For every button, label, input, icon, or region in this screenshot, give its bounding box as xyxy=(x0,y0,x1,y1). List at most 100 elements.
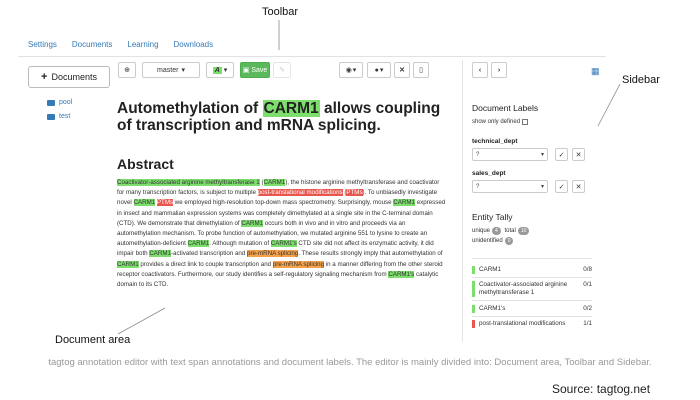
sales-dept-select[interactable]: ? ▾ xyxy=(472,180,548,193)
close-icon: ✕ xyxy=(399,67,405,74)
tally-row[interactable]: CARM1 0/8 xyxy=(472,266,592,274)
close-icon: ✕ xyxy=(575,183,582,191)
next-document-button[interactable]: › xyxy=(491,62,507,78)
sales-dept-clear-button[interactable]: ✕ xyxy=(572,180,585,193)
chevron-down-icon: ▾ xyxy=(223,67,228,74)
delete-button[interactable]: ▯ xyxy=(413,62,429,78)
document-area-callout: Document area xyxy=(55,334,131,346)
tally-row[interactable]: Coactivator-associated arginine methyltr… xyxy=(472,281,592,297)
unidentified-label: unidentified xyxy=(472,238,503,244)
folder-icon xyxy=(47,99,55,106)
abstract-text: ( xyxy=(259,179,264,186)
tally-entity-name: CARM1's xyxy=(479,305,506,312)
top-nav: Settings Documents Learning Downloads xyxy=(28,40,213,54)
list-view-icon[interactable]: ▦ xyxy=(591,66,600,77)
tally-entity-value: 0/8 xyxy=(583,266,592,273)
globe-button[interactable]: ⊕ xyxy=(118,62,136,78)
toolbar-callout: Toolbar xyxy=(262,6,299,18)
check-icon: ✓ xyxy=(558,183,565,191)
sales-dept-confirm-button[interactable]: ✓ xyxy=(555,180,568,193)
entity-annotation[interactable]: CARM1 xyxy=(117,260,139,268)
user-icon: ● xyxy=(374,66,379,74)
entity-annotation[interactable]: PTMs xyxy=(346,189,363,197)
entity-annotation[interactable]: post-translational modifications xyxy=(257,189,343,197)
entity-annotation[interactable]: Coactivator-associated arginine methyltr… xyxy=(117,179,260,186)
nav-learning[interactable]: Learning xyxy=(127,40,158,54)
entity-annotation[interactable]: CARM1 xyxy=(241,219,264,227)
chevron-down-icon: ▾ xyxy=(379,67,384,74)
tally-row[interactable]: CARM1's 0/2 xyxy=(472,305,592,313)
technical-dept-value: ? xyxy=(476,151,480,158)
save-label: Save xyxy=(251,66,268,74)
close-icon: ✕ xyxy=(575,151,582,159)
tally-entity-value: 1/1 xyxy=(583,320,592,327)
entity-annotation[interactable]: CARM1 xyxy=(133,199,156,207)
abstract-text: . Although mutation of xyxy=(209,240,271,248)
tally-entity-name: CARM1 xyxy=(479,266,502,273)
view-options-button[interactable]: ◉ ▾ xyxy=(339,62,363,78)
tally-entity-value: 0/2 xyxy=(583,305,592,312)
highlighter-icon: A xyxy=(212,66,222,74)
tally-row[interactable]: post-translational modifications 1/1 xyxy=(472,320,592,328)
show-only-defined: show only defined xyxy=(472,119,529,125)
tally-counts-row1: unique 4 total 10 xyxy=(472,227,531,235)
entity-annotation[interactable]: CARM1's xyxy=(270,240,297,248)
tally-separator xyxy=(472,300,592,301)
sidebar-callout: Sidebar xyxy=(622,74,660,86)
entity-annotation[interactable]: PTMs xyxy=(156,199,174,207)
folder-test[interactable]: test xyxy=(47,113,70,120)
entity-annotation[interactable]: CARM1 xyxy=(187,240,210,248)
label-technical-dept: technical_dept xyxy=(472,138,518,145)
abstract-heading: Abstract xyxy=(117,156,174,172)
entity-annotation[interactable]: pre-mRNA splicing xyxy=(272,260,325,268)
folder-test-label: test xyxy=(59,113,71,120)
project-select[interactable]: master ▾ xyxy=(142,62,200,78)
technical-dept-clear-button[interactable]: ✕ xyxy=(572,148,585,161)
chevron-down-icon: ▾ xyxy=(540,152,544,158)
nav-documents[interactable]: Documents xyxy=(72,40,112,54)
sidebar-divider xyxy=(462,60,463,342)
show-only-defined-label: show only defined xyxy=(472,119,521,125)
save-button[interactable]: ▣ Save xyxy=(240,62,270,78)
chevron-left-icon: ‹ xyxy=(478,66,482,74)
chevron-down-icon: ▾ xyxy=(181,67,185,74)
entity-annotation[interactable]: CARM1 xyxy=(263,179,286,186)
highlight-color-button[interactable]: A ▾ xyxy=(206,62,234,78)
entity-annotation[interactable]: CARM1's xyxy=(388,270,415,278)
close-document-button[interactable]: ✕ xyxy=(394,62,410,78)
folder-pool-label: pool xyxy=(59,99,73,106)
save-icon: ▣ xyxy=(242,67,250,74)
abstract-text: we employed high-resolution top-down mas… xyxy=(173,199,394,207)
entity-annotation[interactable]: pre-mRNA splicing xyxy=(247,250,299,258)
abstract-text: provides a direct link to couple transcr… xyxy=(138,260,273,268)
tally-counts-row2: unidentified 0 xyxy=(472,237,515,245)
entity-annotation[interactable]: CARM1 xyxy=(393,199,415,207)
edit-button[interactable]: ✎ xyxy=(273,62,291,78)
tally-color-bar xyxy=(472,320,475,328)
tally-color-bar xyxy=(472,281,475,297)
nav-downloads[interactable]: Downloads xyxy=(174,40,214,54)
total-label: total xyxy=(504,228,516,234)
title-entity-carm1[interactable]: CARM1 xyxy=(262,100,320,117)
document-title: Automethylation of CARM1 allows coupling… xyxy=(117,100,447,134)
add-documents-button[interactable]: + Documents xyxy=(28,66,110,88)
document-labels-heading: Document Labels xyxy=(472,103,539,113)
user-options-button[interactable]: ● ▾ xyxy=(367,62,391,78)
folder-pool[interactable]: pool xyxy=(47,99,72,106)
entity-annotation[interactable]: CARM1 xyxy=(149,250,171,258)
label-sales-dept: sales_dept xyxy=(472,170,506,177)
tally-entity-value: 0/1 xyxy=(583,281,592,288)
technical-dept-select[interactable]: ? ▾ xyxy=(472,148,548,161)
tally-separator xyxy=(472,316,592,317)
unique-label: unique xyxy=(472,228,491,234)
technical-dept-confirm-button[interactable]: ✓ xyxy=(555,148,568,161)
abstract-text: -activated transcription and xyxy=(171,250,248,258)
nav-settings[interactable]: Settings xyxy=(28,40,57,54)
abstract-text: . These results strongly imply that auto… xyxy=(298,250,443,258)
tally-separator xyxy=(472,258,592,259)
tally-color-bar xyxy=(472,266,475,274)
show-only-defined-checkbox[interactable] xyxy=(522,119,529,125)
sales-dept-value: ? xyxy=(476,183,480,190)
prev-document-button[interactable]: ‹ xyxy=(472,62,488,78)
total-count-badge: 10 xyxy=(517,227,530,235)
